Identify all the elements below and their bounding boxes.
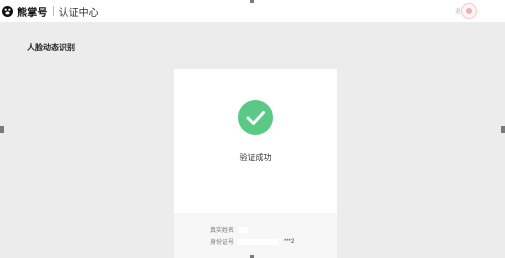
id-suffix: ***2: [284, 238, 295, 245]
resize-handle-right[interactable]: [501, 126, 505, 133]
name-label: 真实姓名: [210, 228, 235, 234]
result-card: 验证成功 真实姓名 身份证号 ***2: [174, 69, 337, 258]
id-value-masked: [238, 238, 279, 245]
brand-logo[interactable]: 熊掌号: [2, 4, 48, 19]
id-label: 身份证号: [210, 240, 235, 246]
top-bar: 熊掌号 认证中心 返回: [0, 0, 505, 22]
paw-icon: [2, 5, 13, 17]
header-title: 认证中心: [58, 7, 99, 19]
header-divider: [52, 6, 54, 16]
name-value-masked: [238, 226, 249, 233]
user-avatar-button[interactable]: [461, 3, 477, 19]
success-badge: [238, 100, 273, 135]
verification-status: 验证成功: [239, 153, 272, 162]
identity-info: 真实姓名 身份证号 ***2: [174, 213, 337, 258]
check-icon: [246, 111, 265, 125]
resize-handle-top[interactable]: [250, 0, 254, 3]
info-row-name: 真实姓名: [210, 225, 249, 234]
brand-name: 熊掌号: [17, 7, 48, 19]
resize-handle-left[interactable]: [0, 126, 4, 133]
page-title: 人脸动态识别: [27, 43, 75, 52]
info-row-id: 身份证号 ***2: [210, 237, 294, 246]
